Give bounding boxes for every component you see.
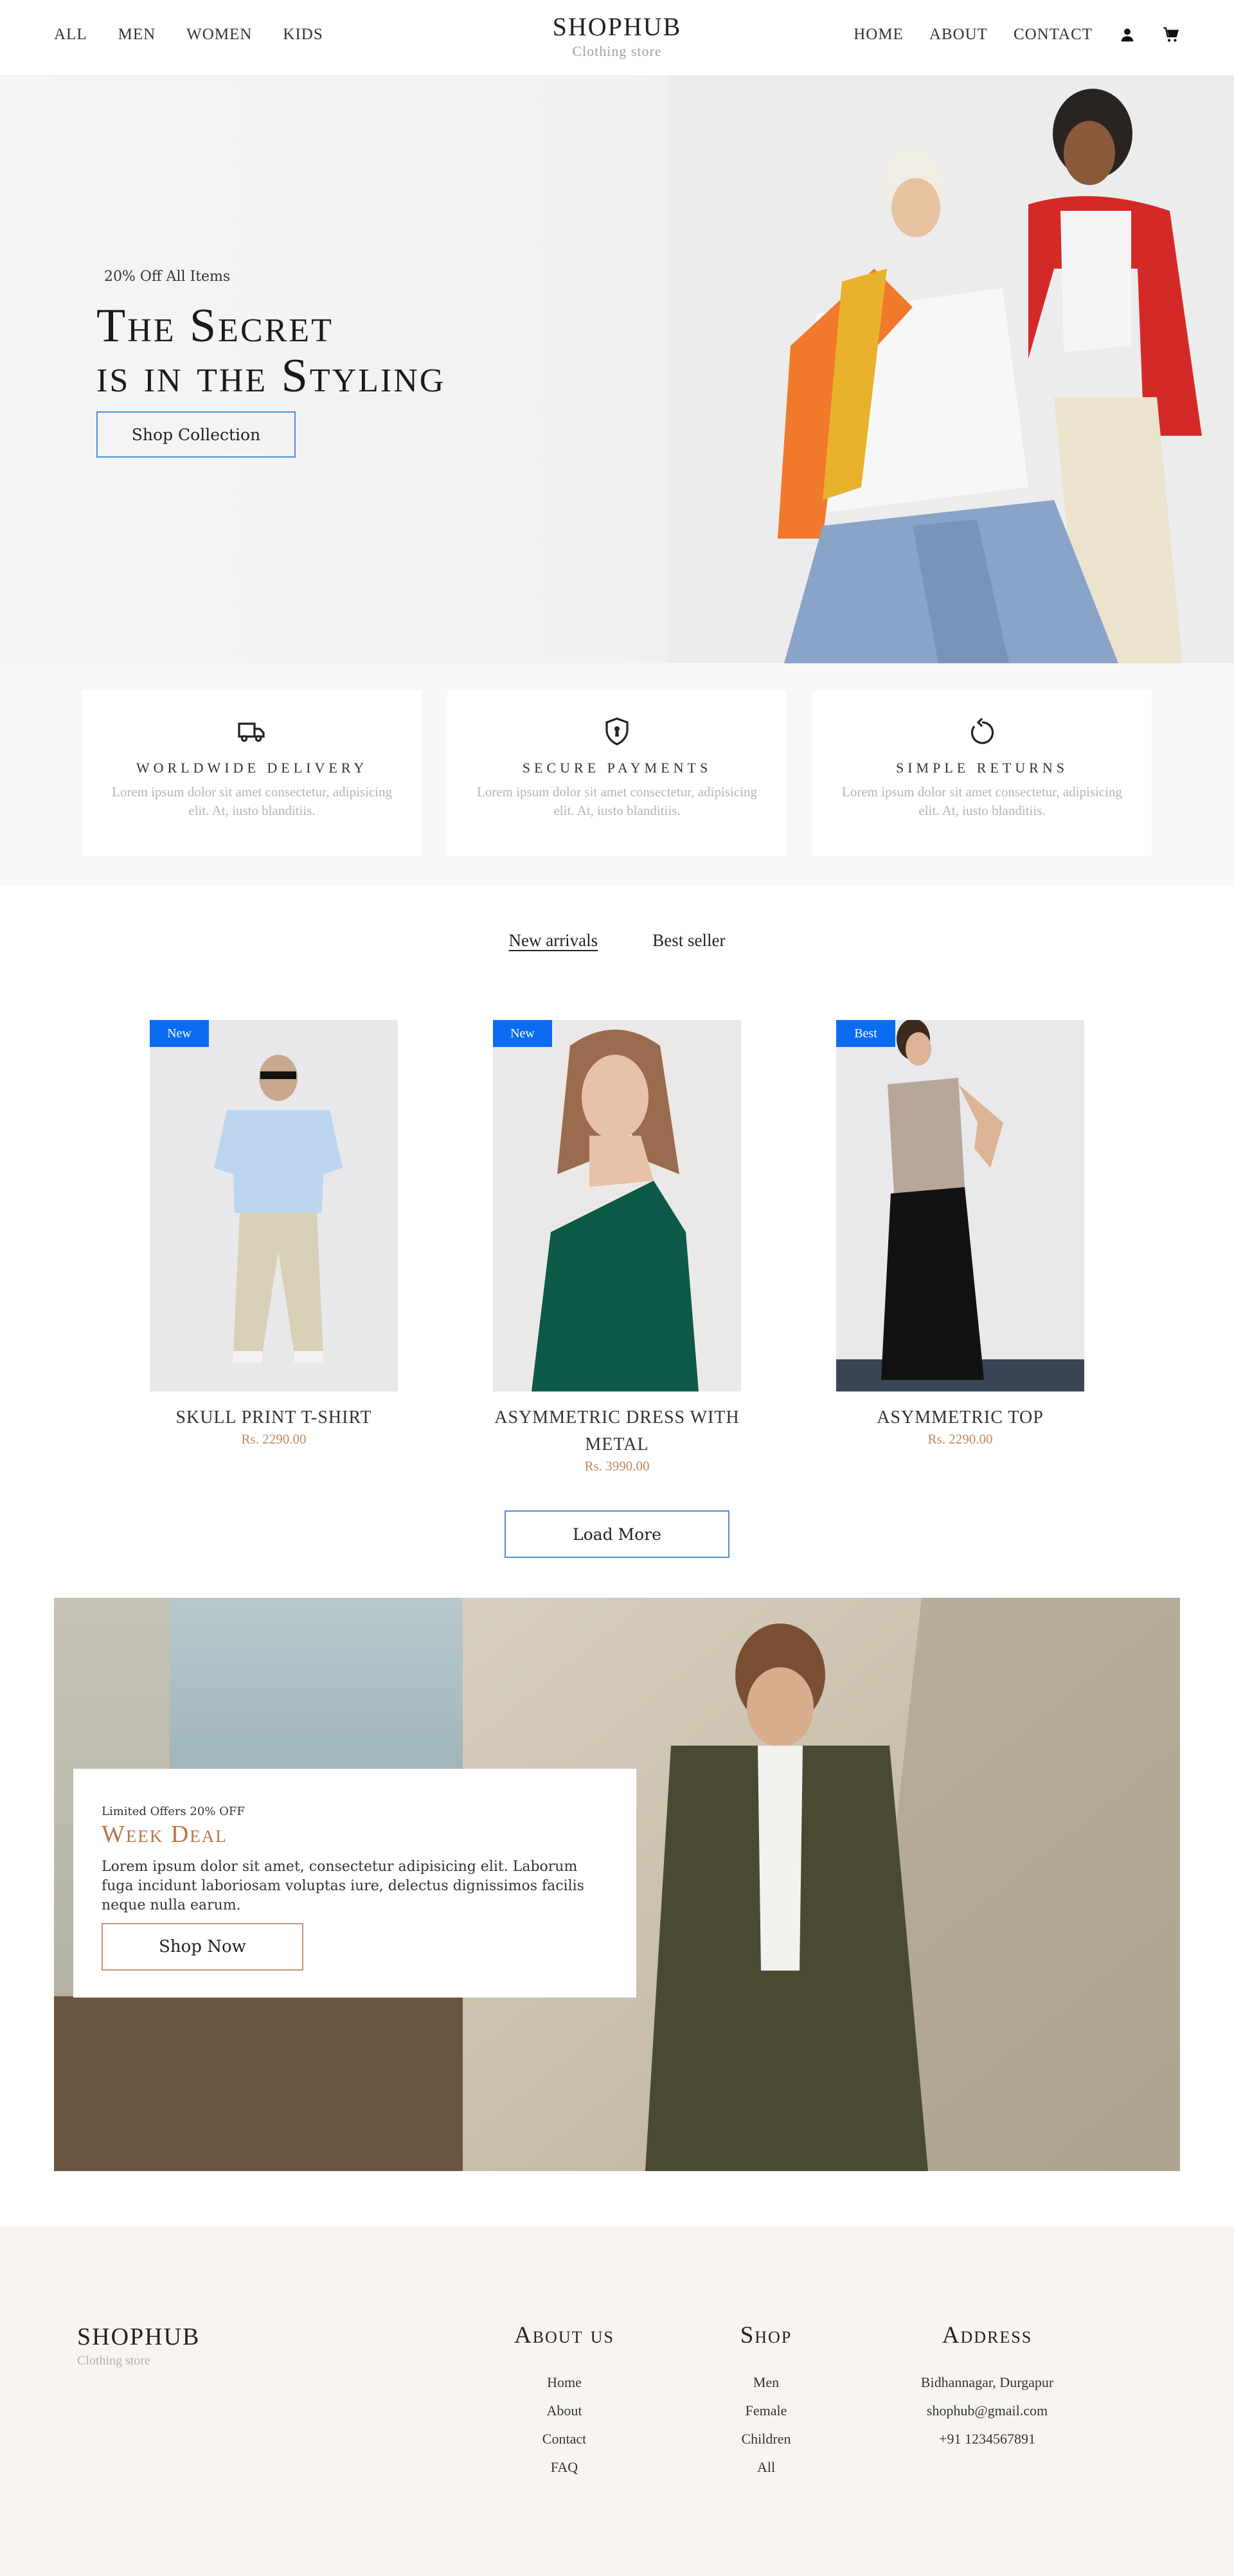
main-nav: HOME ABOUT CONTACT xyxy=(854,26,1180,44)
truck-icon xyxy=(238,722,265,742)
footer-link-about[interactable]: About xyxy=(495,2397,634,2425)
load-more-button[interactable]: Load More xyxy=(505,1510,729,1558)
product-card[interactable]: Best ASYMMETRIC TOP Rs. 2290.00 xyxy=(836,1020,1084,1447)
shop-now-button[interactable]: Shop Now xyxy=(102,1923,303,1971)
product-image[interactable]: Best xyxy=(836,1020,1084,1391)
footer-address-heading: Address xyxy=(942,2322,1033,2348)
product-photo-dress xyxy=(493,1020,741,1391)
footer-address-phone[interactable]: +91 1234567891 xyxy=(891,2425,1084,2453)
return-icon xyxy=(970,717,994,744)
hero-discount-tag: 20% Off All Items xyxy=(104,269,231,285)
hero-models-image xyxy=(668,76,1234,663)
feature-card-payments: SECURE PAYMENTS Lorem ipsum dolor sit am… xyxy=(447,690,787,856)
footer-link-home[interactable]: Home xyxy=(495,2368,634,2397)
user-icon[interactable] xyxy=(1118,26,1136,44)
product-name[interactable]: SKULL PRINT T-SHIRT xyxy=(150,1404,398,1431)
hero-title-line1: The Secret xyxy=(96,300,334,352)
footer-link-children[interactable]: Children xyxy=(715,2425,818,2453)
footer-link-contact[interactable]: Contact xyxy=(495,2425,634,2453)
feature-title: SECURE PAYMENTS xyxy=(522,760,712,776)
feature-description: Lorem ipsum dolor sit amet consectetur, … xyxy=(842,784,1122,818)
brand-tagline: Clothing store xyxy=(572,43,662,59)
feature-title: WORLDWIDE DELIVERY xyxy=(136,760,368,776)
product-card[interactable]: New ASYMMETRIC DRESS WITH METAL Rs. 3990… xyxy=(493,1020,741,1474)
product-badge: Best xyxy=(836,1020,895,1047)
week-deal-card: Limited Offers 20% OFF Week Deal Lorem i… xyxy=(73,1769,636,1998)
product-image[interactable]: New xyxy=(150,1020,398,1391)
deal-title: Week Deal xyxy=(102,1821,228,1848)
footer-link-female[interactable]: Female xyxy=(715,2397,818,2425)
product-badge: New xyxy=(150,1020,209,1047)
footer-shop-heading: Shop xyxy=(740,2322,792,2348)
nav-home[interactable]: HOME xyxy=(854,26,904,44)
footer-brand-name: SHOPHUB xyxy=(77,2323,201,2350)
deal-offer-tag: Limited Offers 20% OFF xyxy=(102,1805,245,1818)
hero-title-line2: is in the Styling xyxy=(96,350,446,402)
tab-new-arrivals[interactable]: New arrivals xyxy=(508,931,598,951)
nav-contact[interactable]: CONTACT xyxy=(1014,26,1093,44)
site-header: ALL MEN WOMEN KIDS SHOPHUB Clothing stor… xyxy=(0,0,1234,76)
nav-about[interactable]: ABOUT xyxy=(929,26,988,44)
hero-title: The Secret is in the Styling xyxy=(96,301,445,401)
product-name[interactable]: ASYMMETRIC TOP xyxy=(836,1404,1084,1431)
product-price: Rs. 3990.00 xyxy=(584,1458,650,1474)
footer-shop-column: Shop Men Female Children All xyxy=(715,2321,818,2482)
hero-banner: 20% Off All Items The Secret is in the S… xyxy=(0,76,1234,663)
product-price: Rs. 2290.00 xyxy=(241,1431,307,1447)
site-footer: SHOPHUB Clothing store About us Home Abo… xyxy=(0,2226,1234,2576)
shop-collection-button[interactable]: Shop Collection xyxy=(96,411,296,458)
feature-description: Lorem ipsum dolor sit amet consectetur, … xyxy=(112,784,392,818)
shield-icon xyxy=(605,717,629,746)
product-badge: New xyxy=(493,1020,552,1047)
product-card[interactable]: New SKULL PRINT T-SHIRT Rs. 2290.00 xyxy=(150,1020,398,1447)
footer-address-location: Bidhannagar, Durgapur xyxy=(920,2374,1054,2390)
product-photo-top xyxy=(836,1020,1084,1391)
footer-address-email[interactable]: shophub@gmail.com xyxy=(891,2397,1084,2425)
footer-link-men[interactable]: Men xyxy=(715,2368,818,2397)
footer-address-column: Address Bidhannagar, Durgapur shophub@gm… xyxy=(891,2321,1084,2453)
product-name[interactable]: ASYMMETRIC DRESS WITH METAL xyxy=(493,1404,741,1458)
product-price: Rs. 2290.00 xyxy=(927,1431,993,1447)
deal-description: Lorem ipsum dolor sit amet, consectetur … xyxy=(102,1859,584,1913)
week-deal-section: Limited Offers 20% OFF Week Deal Lorem i… xyxy=(54,1598,1180,2171)
footer-about-heading: About us xyxy=(514,2322,614,2348)
footer-link-all[interactable]: All xyxy=(715,2453,818,2482)
tab-best-seller[interactable]: Best seller xyxy=(652,931,725,951)
product-image[interactable]: New xyxy=(493,1020,741,1391)
footer-link-faq[interactable]: FAQ xyxy=(495,2453,634,2482)
feature-card-returns: SIMPLE RETURNS Lorem ipsum dolor sit ame… xyxy=(812,690,1152,856)
cart-icon[interactable] xyxy=(1162,26,1180,44)
product-photo-tshirt xyxy=(150,1020,398,1391)
footer-brand-tagline: Clothing store xyxy=(77,2354,150,2368)
feature-title: SIMPLE RETURNS xyxy=(896,760,1068,776)
footer-about-column: About us Home About Contact FAQ xyxy=(495,2321,634,2482)
footer-brand[interactable]: SHOPHUB Clothing store xyxy=(77,2323,200,2368)
features-section: WORLDWIDE DELIVERY Lorem ipsum dolor sit… xyxy=(0,663,1234,885)
feature-description: Lorem ipsum dolor sit amet consectetur, … xyxy=(477,784,757,818)
feature-card-delivery: WORLDWIDE DELIVERY Lorem ipsum dolor sit… xyxy=(82,690,422,856)
product-tabs: New arrivals Best seller xyxy=(0,931,1234,951)
